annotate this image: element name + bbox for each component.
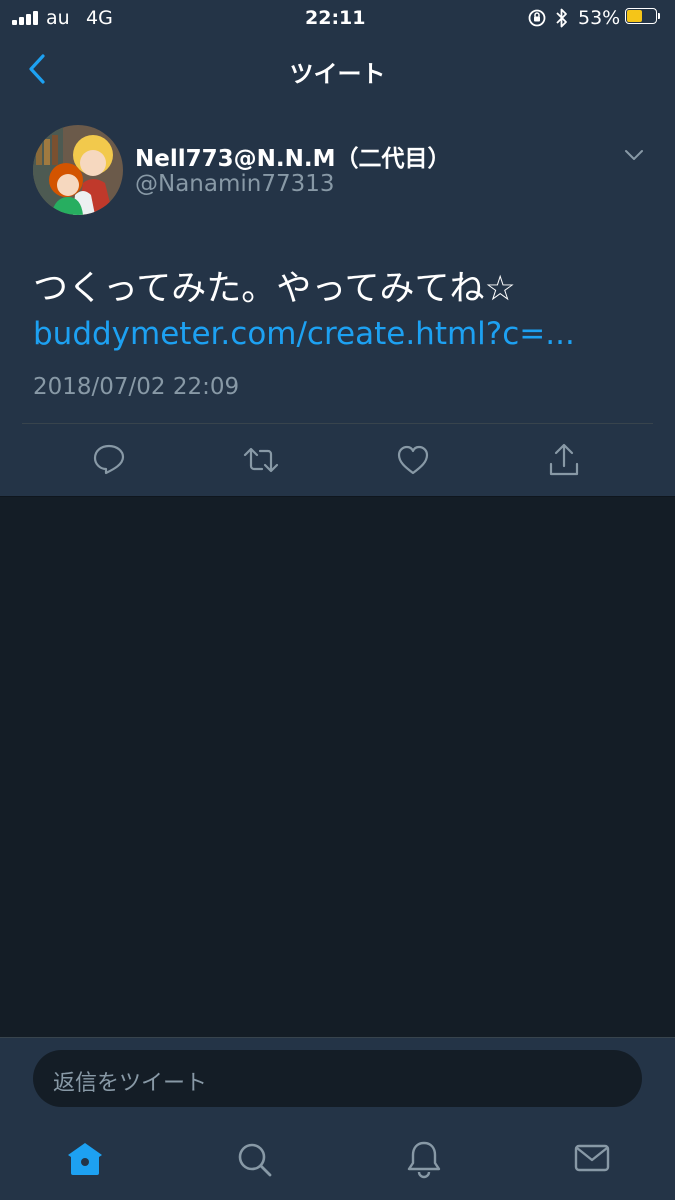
share-icon[interactable] [547,442,581,478]
mail-icon[interactable] [574,1143,610,1173]
tweet-text: つくってみた。やってみてね☆ [33,269,516,309]
carrier-label: au [46,7,70,29]
bottom-panel: 返信をツイート [0,1037,675,1200]
author-display-name[interactable]: Nell773@N.N.M（二代目） [135,139,451,173]
home-icon[interactable] [66,1140,104,1178]
reply-input[interactable]: 返信をツイート [33,1050,642,1107]
reply-placeholder: 返信をツイート [53,1071,208,1096]
bell-icon[interactable] [405,1139,443,1179]
empty-replies-area [0,497,675,1037]
network-label: 4G [86,7,113,29]
heart-icon[interactable] [396,444,430,476]
orientation-lock-icon [527,8,547,28]
tweet-detail: Nell773@N.N.M（二代目） @Nanamin77313 つくってみた。… [0,104,675,497]
page-title: ツイート [289,59,386,88]
signal-strength-icon [12,11,42,25]
search-icon[interactable] [236,1141,274,1179]
bluetooth-icon [555,7,569,29]
avatar[interactable] [33,125,123,215]
top-border [0,1037,675,1038]
nav-bar: ツイート [0,38,675,104]
chevron-down-icon[interactable] [624,148,644,162]
tweet-timestamp: 2018/07/02 22:09 [33,374,240,400]
clock: 22:11 [305,7,366,29]
tweet-link[interactable]: buddymeter.com/create.html?c=... [33,316,575,352]
retweet-icon[interactable] [242,444,280,476]
battery-percent: 53% [578,7,621,29]
status-bar: au 4G 22:11 53% [0,0,675,38]
reply-icon[interactable] [92,442,126,476]
author-handle[interactable]: @Nanamin77313 [135,171,335,197]
battery-icon [625,8,660,26]
divider [22,423,653,424]
